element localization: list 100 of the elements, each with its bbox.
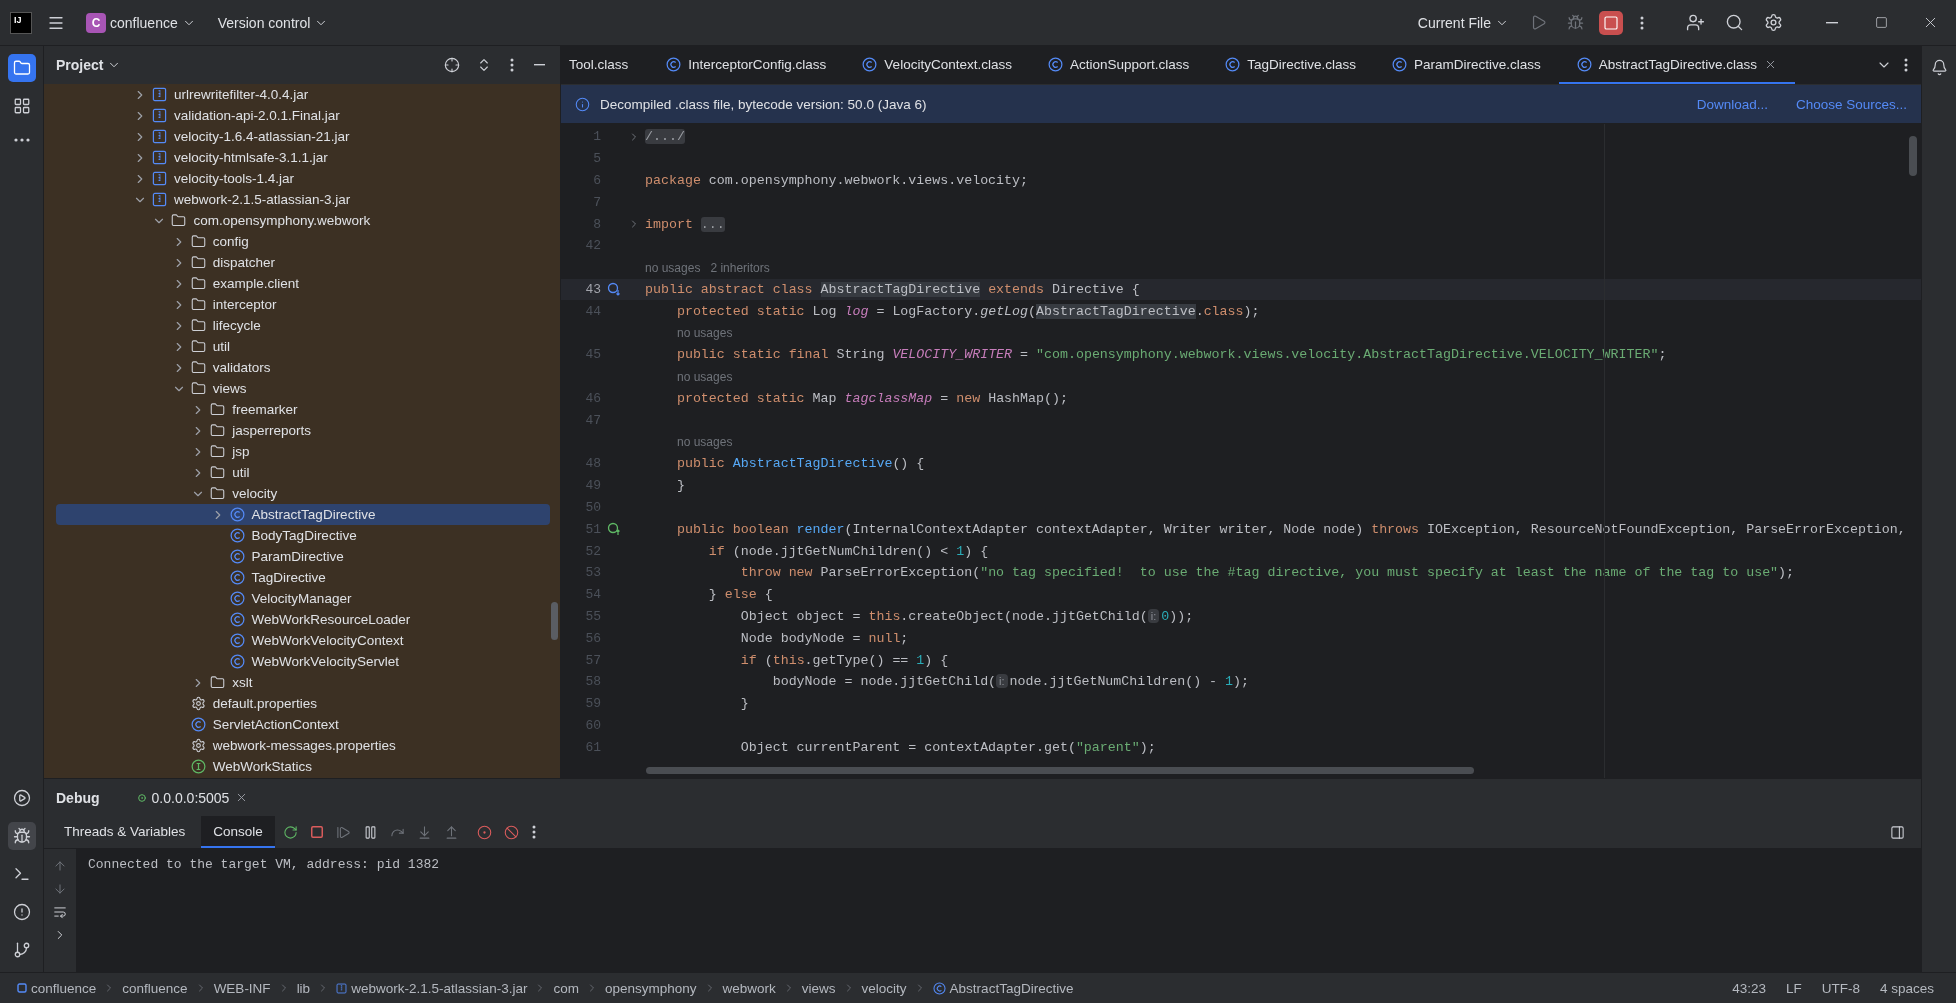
class-icon: [1392, 56, 1408, 72]
stop-button[interactable]: [1599, 10, 1623, 35]
vertical-scrollbar[interactable]: [1909, 136, 1917, 176]
tree-item[interactable]: interceptor: [56, 294, 550, 315]
breadcrumb[interactable]: AbstractTagDirective: [929, 980, 1077, 996]
debug-tool-button[interactable]: [7, 822, 36, 850]
more-icon: [1640, 15, 1644, 30]
editor-tab[interactable]: VelocityContext.class: [844, 46, 1030, 84]
breadcrumb[interactable]: confluence: [119, 980, 191, 996]
tree-item[interactable]: WebWorkStatics: [56, 756, 550, 777]
tree-item[interactable]: velocity-htmlsafe-3.1.1.jar: [56, 147, 550, 168]
caret-position[interactable]: 43:23: [1724, 980, 1774, 996]
usage-hint[interactable]: no usages: [677, 435, 733, 450]
tree-item[interactable]: VelocityManager: [56, 588, 550, 609]
line-separator[interactable]: LF: [1777, 980, 1810, 996]
debug-tab[interactable]: Console: [201, 816, 275, 848]
usage-hint[interactable]: no usages: [645, 260, 701, 275]
project-tool-button[interactable]: [7, 54, 36, 82]
tree-item[interactable]: default.properties: [56, 693, 550, 714]
tree-item[interactable]: webwork-messages.properties: [56, 735, 550, 756]
tree-item[interactable]: WebWorkVelocityServlet: [56, 651, 550, 672]
tree-item[interactable]: views: [56, 378, 550, 399]
tree-item[interactable]: config: [56, 231, 550, 252]
tree-item[interactable]: velocity-1.6.4-atlassian-21.jar: [56, 126, 550, 147]
tree-item[interactable]: example.client: [56, 273, 550, 294]
breadcrumb[interactable]: webwork: [719, 980, 779, 996]
run-config-menu[interactable]: Current File: [1411, 10, 1515, 35]
code-line: public abstract class AbstractTagDirective extends Directive {: [645, 281, 1140, 297]
archive-icon: [152, 87, 167, 102]
gear-icon: [190, 696, 206, 711]
banner-link[interactable]: Download...: [1696, 96, 1768, 112]
breadcrumb[interactable]: confluence: [14, 980, 100, 996]
banner-link[interactable]: Choose Sources...: [1795, 96, 1907, 112]
tree-item[interactable]: jasperreports: [56, 420, 550, 441]
wrap-icon: [53, 905, 67, 919]
tree-item[interactable]: WebWorkVelocityContext: [56, 630, 550, 651]
breadcrumb[interactable]: lib: [293, 980, 314, 996]
tree-item[interactable]: dispatcher: [56, 252, 550, 273]
breadcrumb[interactable]: webwork-2.1.5-atlassian-3.jar: [333, 980, 531, 996]
tree-item[interactable]: jsp: [56, 441, 550, 462]
editor-tab[interactable]: ActionSupport.class: [1029, 46, 1208, 84]
archive-icon: [152, 108, 167, 123]
alert-icon: [12, 903, 31, 921]
breadcrumb[interactable]: opensymphony: [602, 980, 700, 996]
gutter-marker-icon[interactable]: [607, 282, 621, 297]
view-selector[interactable]: Project: [56, 57, 122, 73]
class-icon: [229, 570, 245, 585]
tree-item[interactable]: velocity: [56, 483, 550, 504]
usage-hint[interactable]: 2 inheritors: [710, 260, 770, 275]
folder-icon: [190, 381, 206, 396]
tree-item[interactable]: com.opensymphony.webwork: [56, 210, 550, 231]
tree-item[interactable]: AbstractTagDirective: [56, 504, 550, 525]
tree-item[interactable]: ServletActionContext: [56, 714, 550, 735]
debug-tab[interactable]: Threads & Variables: [52, 816, 198, 848]
tree-item[interactable]: lifecycle: [56, 315, 550, 336]
tree-item[interactable]: validation-api-2.0.1.Final.jar: [56, 105, 550, 126]
breadcrumb[interactable]: WEB-INF: [210, 980, 274, 996]
folder-icon: [210, 444, 226, 459]
bug-icon: [1567, 14, 1584, 31]
tree-item[interactable]: validators: [56, 357, 550, 378]
terminal-icon: [12, 865, 31, 883]
tree-item[interactable]: ParamDirective: [56, 546, 550, 567]
editor-tab[interactable]: InterceptorConfig.class: [648, 46, 845, 84]
tree-item[interactable]: urlrewritefilter-4.0.4.jar: [56, 84, 550, 105]
folder-icon: [190, 318, 206, 333]
tree-item[interactable]: util: [56, 462, 550, 483]
tree-item[interactable]: util: [56, 336, 550, 357]
tree-item[interactable]: BodyTagDirective: [56, 525, 550, 546]
editor-tab[interactable]: ParamDirective.class: [1374, 46, 1559, 84]
tree-scrollbar[interactable]: [551, 602, 558, 640]
horizontal-scrollbar[interactable]: [646, 767, 1474, 774]
breakpoints-icon: [476, 824, 492, 840]
usage-hint[interactable]: no usages: [677, 369, 733, 384]
tree-item[interactable]: WebWorkResourceLoader: [56, 609, 550, 630]
usage-hint[interactable]: no usages: [677, 326, 733, 341]
tree-item[interactable]: xslt: [56, 672, 550, 693]
interface-icon: [190, 759, 206, 774]
breadcrumb[interactable]: views: [798, 980, 839, 996]
tree-item[interactable]: webwork-2.1.5-atlassian-3.jar: [56, 189, 550, 210]
console-output: Connected to the target VM, address: pid 1382: [88, 857, 440, 872]
settings-icon: [1764, 13, 1783, 32]
file-encoding[interactable]: UTF-8: [1813, 980, 1868, 996]
project-switcher[interactable]: C confluence: [80, 8, 202, 37]
gutter-marker-icon[interactable]: [607, 522, 621, 537]
code-line: package com.opensymphony.webwork.views.velocity;: [645, 173, 1029, 188]
vcs-menu[interactable]: Version control: [211, 10, 335, 35]
breadcrumb[interactable]: velocity: [858, 980, 910, 996]
tree-item[interactable]: freemarker: [56, 399, 550, 420]
breadcrumb[interactable]: com: [550, 980, 582, 996]
indent-setting[interactable]: 4 spaces: [1871, 980, 1942, 996]
tree-item[interactable]: velocity-tools-1.4.jar: [56, 168, 550, 189]
tree-item[interactable]: TagDirective: [56, 567, 550, 588]
play-circle-icon: [12, 789, 31, 807]
editor-tab[interactable]: Tool.class: [561, 46, 649, 84]
class-icon: [1225, 56, 1241, 72]
branch-icon: [12, 941, 31, 959]
minimize-icon: [1826, 21, 1838, 24]
maximize-icon: [1875, 16, 1888, 29]
editor-tab[interactable]: TagDirective.class: [1207, 46, 1375, 84]
session-tab[interactable]: 0.0.0.0:5005: [129, 783, 257, 812]
